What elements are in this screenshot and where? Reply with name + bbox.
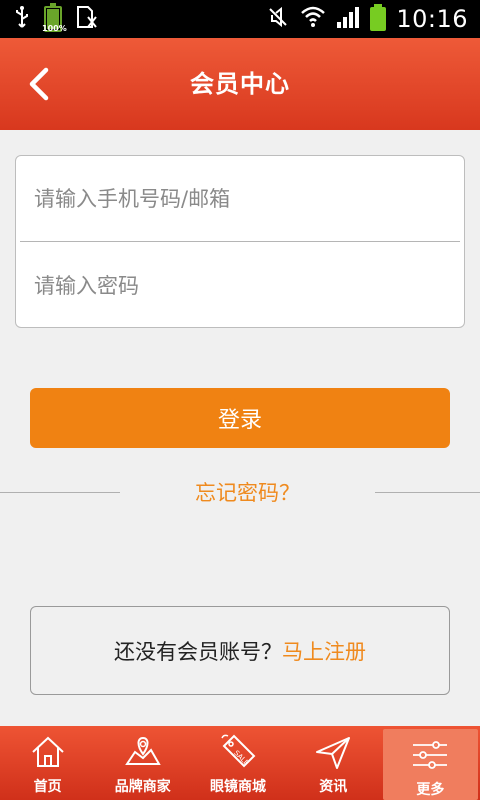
page-title: 会员中心 (190, 70, 290, 98)
bottom-tab-bar: 首页 品牌商家 SALE 眼镜商城 资讯 更多 (0, 726, 480, 800)
login-button[interactable]: 登录 (30, 388, 450, 448)
paper-plane-icon (316, 737, 351, 769)
tab-shop-label: 眼镜商城 (210, 779, 266, 795)
tab-brands-label: 品牌商家 (114, 779, 171, 795)
register-prompt: 还没有会员账号？ (114, 639, 282, 664)
sale-tag-icon: SALE (221, 734, 256, 768)
tab-more-label: 更多 (416, 782, 445, 798)
form-divider (20, 241, 460, 242)
status-bar-left: 100% (14, 3, 98, 33)
app-header: 会员中心 (0, 38, 480, 130)
tab-more[interactable]: 更多 (382, 729, 479, 800)
usb-icon (14, 5, 30, 33)
battery-icon (370, 4, 387, 31)
battery-percent-label: 100% (42, 24, 67, 33)
clock-time: 10:16 (396, 5, 468, 33)
tab-home[interactable]: 首页 (0, 726, 95, 800)
tab-home-label: 首页 (33, 779, 62, 795)
register-link[interactable]: 马上注册 (282, 636, 366, 666)
document-icon (76, 5, 98, 33)
tab-brands[interactable]: 品牌商家 (95, 726, 190, 800)
wifi-icon (300, 5, 326, 33)
signal-icon (336, 5, 360, 33)
mute-icon (266, 5, 290, 33)
password-input[interactable] (16, 243, 464, 327)
status-bar: 100% 10:16 (0, 0, 480, 38)
forgot-password-link[interactable]: 忘记密码？ (120, 478, 375, 508)
tab-news[interactable]: 资讯 (286, 726, 381, 800)
tab-shop[interactable]: SALE 眼镜商城 (190, 726, 285, 800)
battery-full-icon: 100% (42, 3, 67, 33)
sliders-icon (413, 741, 448, 769)
phone-email-input[interactable] (16, 156, 464, 241)
login-form-card (15, 155, 465, 328)
tab-news-label: 资讯 (319, 779, 348, 795)
register-box: 还没有会员账号？ 马上注册 (30, 606, 450, 695)
home-icon (31, 736, 64, 767)
divider-right (375, 492, 480, 493)
divider-left (0, 492, 120, 493)
map-pin-icon (124, 736, 161, 765)
status-bar-right: 10:16 (266, 4, 468, 34)
